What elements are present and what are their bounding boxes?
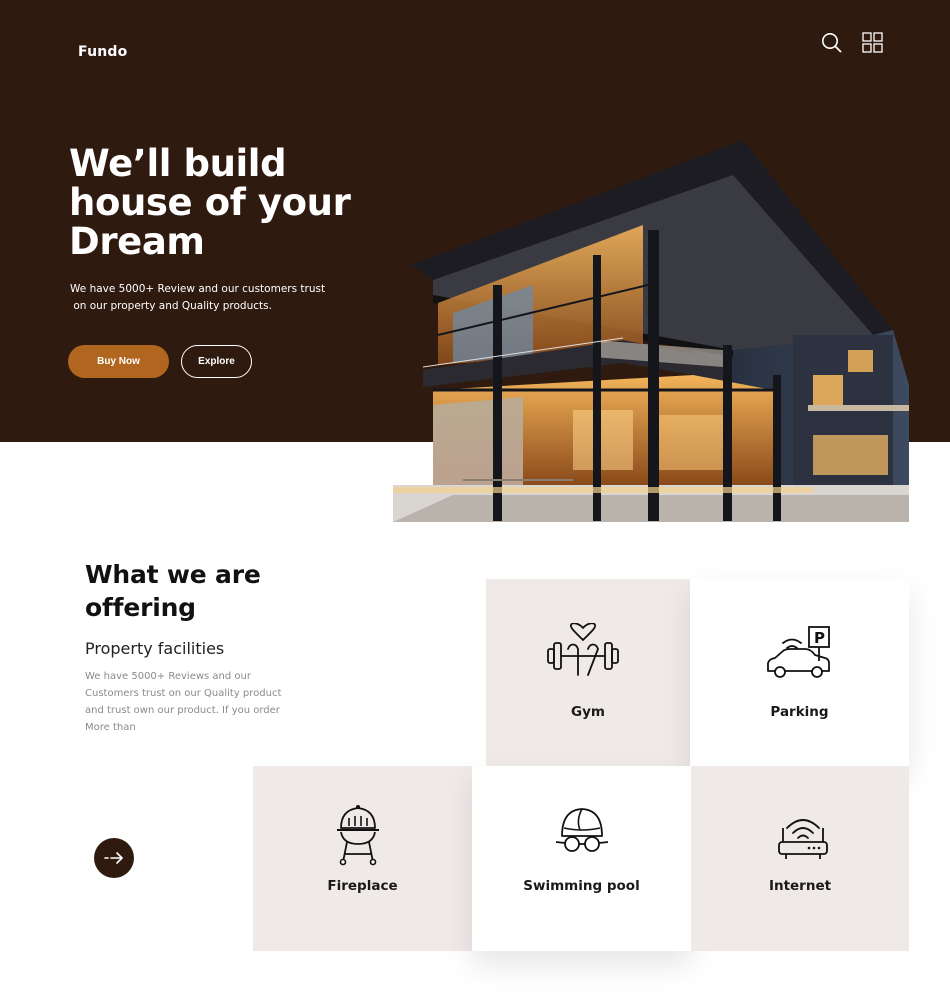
house-image [393, 140, 909, 522]
hero-title-line: We’ll build [69, 142, 287, 185]
facility-label: Swimming pool [523, 878, 640, 894]
facility-label: Internet [768, 878, 832, 894]
hero-subtitle-line: on our property and Quality products. [73, 300, 272, 312]
parking-icon: P [767, 626, 830, 678]
section-description: We have 5000+ Reviews and our Customers … [85, 668, 300, 736]
gym-icon [547, 623, 619, 676]
hero-title: We’ll build house of your Dream [69, 144, 409, 261]
section-description-line: Customers trust on our Quality product [85, 688, 282, 699]
hero-subtitle-line: We have 5000+ Review and our customers t… [70, 283, 326, 295]
section-description-line: and trust own our product. If you order [85, 705, 280, 716]
logo[interactable]: Fundo [78, 44, 127, 60]
facility-internet[interactable]: Internet [691, 766, 909, 951]
search-icon[interactable] [820, 31, 842, 53]
section-description-line: More than [85, 722, 136, 733]
section-subtitle: Property facilities [85, 639, 225, 658]
header-icons [820, 31, 883, 53]
facility-label: Fireplace [327, 878, 398, 894]
next-button[interactable] [94, 838, 134, 878]
section-title-line: What we are [85, 560, 261, 589]
facility-label: Parking [770, 704, 829, 720]
facility-fireplace[interactable]: Fireplace [253, 766, 472, 951]
svg-text:P: P [814, 629, 825, 647]
hero-title-line: house of your [69, 181, 351, 224]
grid-icon[interactable] [861, 31, 883, 53]
arrow-right-icon [104, 852, 123, 864]
buy-now-button[interactable]: Buy Now [68, 345, 169, 378]
hero-subtitle: We have 5000+ Review and our customers t… [70, 281, 345, 315]
facility-parking[interactable]: P Parking [690, 579, 909, 766]
section-title-line: offering [85, 593, 196, 622]
hero-title-line: Dream [69, 220, 205, 263]
facility-label: Gym [571, 704, 605, 720]
section-title: What we are offering [85, 558, 325, 624]
section-description-line: We have 5000+ Reviews and our [85, 671, 251, 682]
facility-swimming-pool[interactable]: Swimming pool [472, 766, 691, 951]
facility-gym[interactable]: Gym [486, 579, 690, 766]
router-icon [778, 819, 828, 859]
grill-icon [337, 805, 379, 866]
explore-button[interactable]: Explore [181, 345, 252, 378]
swim-cap-icon [555, 808, 609, 852]
